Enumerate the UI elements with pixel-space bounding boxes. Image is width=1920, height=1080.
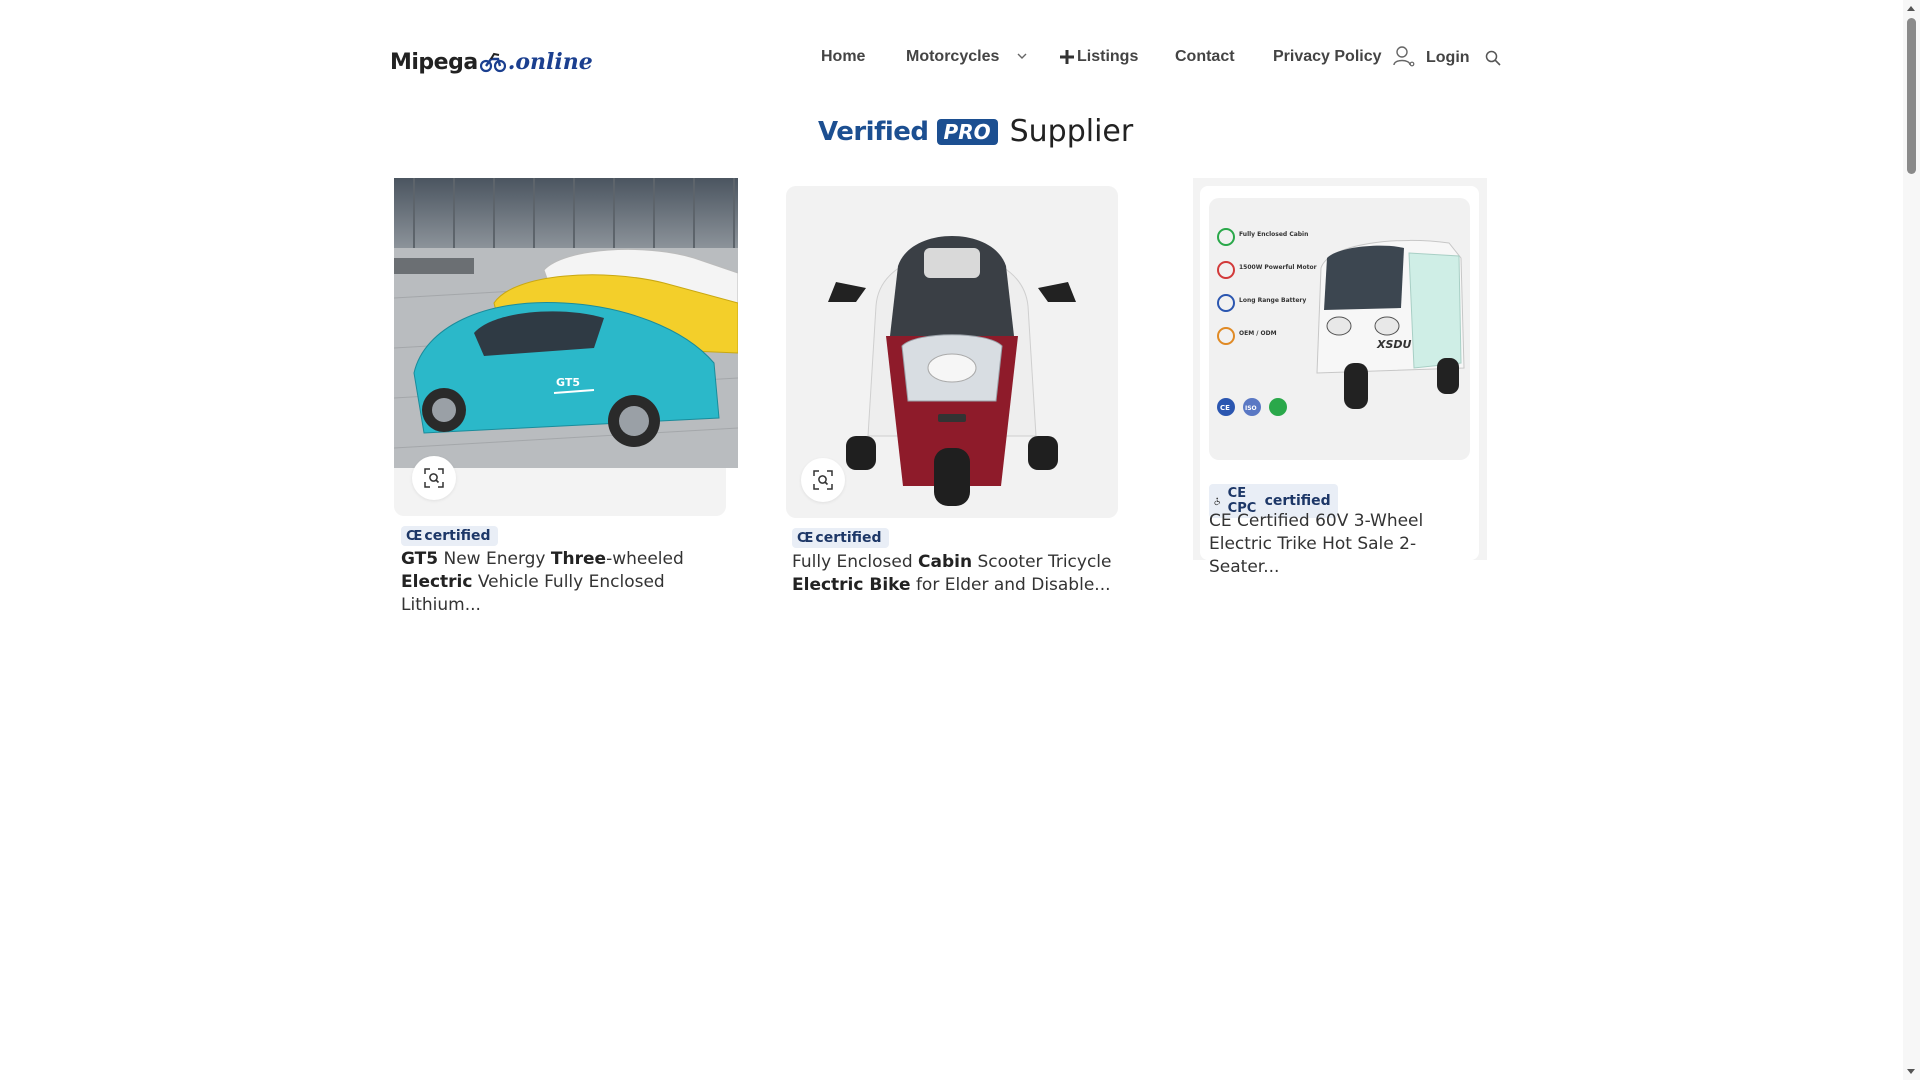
certified-badge: CE certified [401, 526, 498, 546]
feature-text: 1500W Powerful Motor [1239, 264, 1317, 271]
site-logo[interactable]: Mipega .online [390, 44, 593, 80]
supplier-label: Supplier [1009, 114, 1134, 149]
search-button[interactable] [1485, 50, 1501, 66]
image-search-button[interactable] [801, 458, 845, 502]
product-title[interactable]: CE Certified 60V 3-Wheel Electric Trike … [1209, 510, 1479, 579]
product-title[interactable]: Fully Enclosed Cabin Scooter Tricycle El… [792, 551, 1122, 597]
image-search-button[interactable] [412, 456, 456, 500]
logo-suffix: .online [507, 49, 593, 75]
nav-contact[interactable]: Contact [1175, 48, 1235, 66]
motorcycle-logo-icon [479, 52, 506, 73]
verified-label: Verified [818, 116, 929, 147]
nav-privacy-label: Privacy Policy [1273, 48, 1382, 65]
product-image-gt5-cars[interactable]: GT5 [394, 178, 738, 468]
nav-listings[interactable]: Listings [1059, 48, 1138, 66]
feature-text: Long Range Battery [1239, 297, 1306, 304]
user-icon [1393, 46, 1415, 67]
vertical-scrollbar[interactable] [1903, 0, 1920, 1080]
ce-mark: CE [797, 530, 813, 546]
trike-brand-text: XSDU [1376, 338, 1412, 351]
feature-text: Fully Enclosed Cabin [1239, 231, 1308, 238]
cert-logo-text: CE [1220, 404, 1230, 412]
nav-contact-label: Contact [1175, 48, 1235, 65]
nav-login[interactable]: Login [1392, 44, 1470, 68]
product-title[interactable]: GT5 New Energy Three-wheeled Electric Ve… [401, 548, 731, 617]
nav-privacy-policy[interactable]: Privacy Policy [1273, 48, 1382, 66]
nav-login-label: Login [1426, 49, 1470, 66]
plus-icon [1060, 50, 1074, 64]
scroll-up-arrow[interactable] [1907, 6, 1915, 11]
badge-label: certified [1264, 493, 1331, 509]
pro-badge: PRO [936, 118, 998, 145]
nav-home[interactable]: Home [821, 48, 865, 66]
verified-pro-supplier-heading: Verified PRO Supplier [818, 114, 1133, 149]
scroll-thumb[interactable] [1907, 18, 1916, 174]
nav-motorcycles[interactable]: Motorcycles [906, 48, 1031, 66]
badge-label: certified [424, 528, 491, 544]
car-model-label: GT5 [556, 376, 580, 389]
nav-motorcycles-label: Motorcycles [906, 48, 1000, 65]
badge-label: certified [815, 530, 882, 546]
product-image-electric-trike[interactable]: Fully Enclosed Cabin 1500W Powerful Moto… [1209, 198, 1470, 460]
image-search-icon [424, 468, 444, 488]
scroll-down-arrow[interactable] [1907, 1069, 1915, 1074]
feature-text: OEM / ODM [1239, 330, 1277, 337]
nav-home-label: Home [821, 48, 866, 65]
chevron-down-icon [1017, 53, 1027, 59]
accessibility-icon [1214, 497, 1221, 506]
certified-badge: CE certified [792, 528, 889, 548]
cert-logo-text: ISO [1245, 405, 1257, 412]
search-icon [1485, 50, 1501, 66]
ce-mark: CE [406, 528, 422, 544]
image-search-icon [813, 470, 833, 490]
logo-brand: Mipega [390, 49, 478, 75]
nav-listings-label: Listings [1077, 48, 1139, 65]
